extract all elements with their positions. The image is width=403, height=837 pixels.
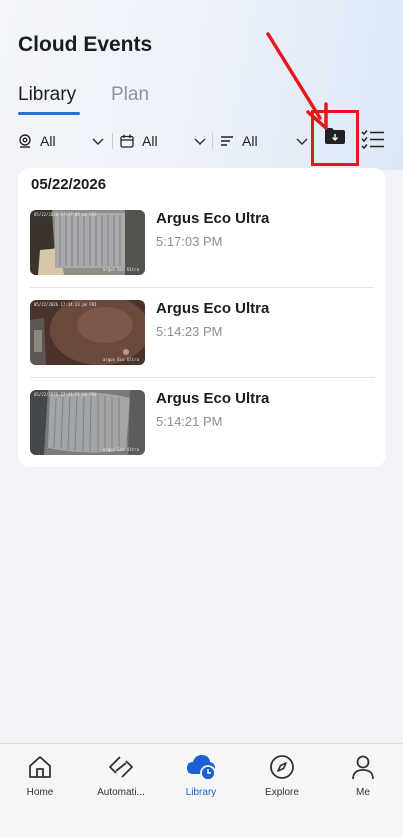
- chevron-down-icon: [296, 134, 308, 150]
- thumbnail-watermark: argus Eco Ultra: [102, 357, 139, 362]
- tabbar-automation[interactable]: Automati...: [81, 752, 161, 812]
- thumbnail-watermark: argus Eco Ultra: [102, 447, 139, 452]
- camera-filter-value: All: [40, 133, 56, 149]
- select-mode-button[interactable]: [361, 129, 385, 151]
- chevron-down-icon: [194, 134, 206, 150]
- tabbar-library[interactable]: Library: [161, 752, 241, 812]
- event-camera-name: Argus Eco Ultra: [156, 210, 270, 227]
- page-title: Cloud Events: [18, 33, 153, 56]
- bottom-tab-bar: Home Automati... Library Explore Me: [0, 743, 403, 837]
- active-tab-indicator: [18, 112, 80, 115]
- event-camera-name: Argus Eco Ultra: [156, 300, 270, 317]
- tabbar-explore[interactable]: Explore: [242, 752, 322, 812]
- chevron-down-icon: [92, 134, 104, 150]
- tabbar-label: Me: [356, 787, 370, 798]
- tabbar-label: Library: [185, 787, 217, 798]
- home-icon: [25, 752, 55, 782]
- tabbar-me[interactable]: Me: [323, 752, 403, 812]
- folder-download-icon: [324, 127, 346, 150]
- sort-icon: [220, 133, 236, 149]
- tabbar-label: Automati...: [97, 787, 145, 798]
- event-thumbnail[interactable]: 05/22/2026 17:14:23 pm FRI argus Eco Ult…: [30, 300, 145, 365]
- thumbnail-timestamp: 05/22/2026 17:17:03 pm FRI: [34, 212, 97, 217]
- camera-icon: [18, 133, 34, 149]
- sort-filter-value: All: [242, 133, 258, 149]
- compass-icon: [267, 752, 297, 782]
- event-date-header: 05/22/2026: [31, 176, 107, 193]
- event-time: 5:17:03 PM: [156, 234, 223, 249]
- filter-divider: [112, 133, 113, 149]
- calendar-icon: [120, 133, 136, 149]
- event-time: 5:14:21 PM: [156, 414, 223, 429]
- event-row[interactable]: 05/22/2026 17:17:03 pm FRI argus Eco Ult…: [30, 210, 374, 300]
- row-divider: [30, 287, 374, 288]
- date-filter-value: All: [142, 133, 158, 149]
- thumbnail-timestamp: 05/22/2026 17:14:23 pm FRI: [34, 302, 97, 307]
- download-folder-button[interactable]: [311, 110, 359, 166]
- event-camera-name: Argus Eco Ultra: [156, 390, 270, 407]
- date-filter[interactable]: All: [120, 128, 206, 154]
- tabbar-label: Home: [26, 787, 54, 798]
- sort-filter[interactable]: All: [220, 128, 308, 154]
- cloud-clock-icon: [186, 752, 216, 782]
- event-row[interactable]: 05/22/2026 17:14:21 pm FRI argus Eco Ult…: [30, 390, 374, 480]
- filter-divider: [212, 133, 213, 149]
- camera-filter[interactable]: All: [18, 128, 104, 154]
- thumbnail-watermark: argus Eco Ultra: [102, 267, 139, 272]
- events-card: 05/22/2026 05/22/2026 17:17:03 pm FRI ar…: [18, 168, 386, 467]
- tabbar-home[interactable]: Home: [0, 752, 80, 812]
- automation-icon: [106, 752, 136, 782]
- event-row[interactable]: 05/22/2026 17:14:23 pm FRI argus Eco Ult…: [30, 300, 374, 390]
- tab-library[interactable]: Library: [18, 84, 76, 106]
- event-time: 5:14:23 PM: [156, 324, 223, 339]
- tab-plan[interactable]: Plan: [111, 84, 149, 106]
- tabbar-label: Explore: [265, 787, 299, 798]
- checklist-icon: [361, 130, 385, 155]
- person-icon: [348, 752, 378, 782]
- event-thumbnail[interactable]: 05/22/2026 17:14:21 pm FRI argus Eco Ult…: [30, 390, 145, 455]
- thumbnail-timestamp: 05/22/2026 17:14:21 pm FRI: [34, 392, 97, 397]
- event-thumbnail[interactable]: 05/22/2026 17:17:03 pm FRI argus Eco Ult…: [30, 210, 145, 275]
- row-divider: [30, 377, 374, 378]
